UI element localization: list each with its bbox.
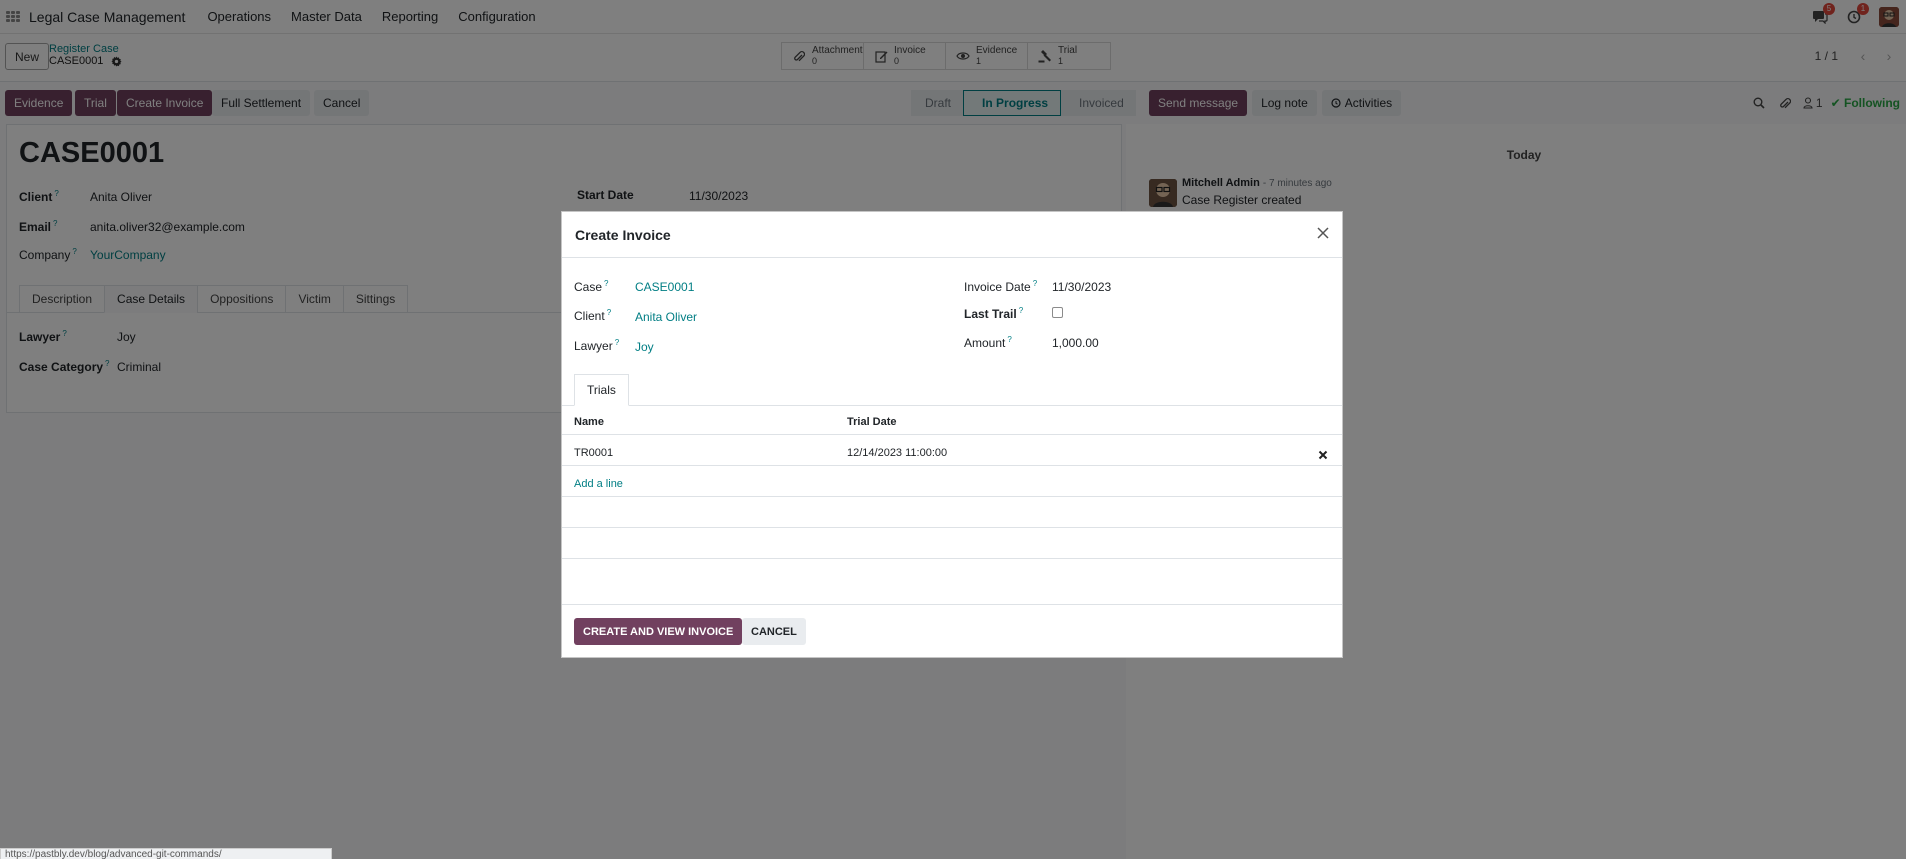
help-tooltip-icon[interactable]: ? [604,279,608,288]
help-tooltip-icon[interactable]: ? [1007,335,1011,344]
trial-row-name[interactable]: TR0001 [574,447,613,459]
close-icon[interactable] [1316,226,1332,242]
column-header-trial-date[interactable]: Trial Date [847,416,897,428]
delete-row-icon[interactable] [1318,448,1328,460]
row-divider [562,465,1342,466]
modal-tabs-divider [562,405,1342,406]
cancel-button[interactable]: CANCEL [742,618,806,645]
modal-lawyer-label: Lawyer? [574,338,620,353]
last-trail-label: Last Trail? [964,306,1024,321]
tab-trials[interactable]: Trials [574,374,629,406]
modal-title: Create Invoice [575,227,671,243]
header-divider [562,434,1342,435]
column-header-name[interactable]: Name [574,416,604,428]
row-divider [562,558,1342,559]
status-bar-url: https://pastbly.dev/blog/advanced-git-co… [0,848,332,859]
amount-value[interactable]: 1,000.00 [1052,336,1099,350]
add-line-link[interactable]: Add a line [574,478,623,490]
modal-lawyer-value[interactable]: Joy [635,340,654,354]
help-tooltip-icon[interactable]: ? [1033,279,1037,288]
create-invoice-dialog: Create Invoice Case? CASE0001 Client? An… [561,211,1343,658]
modal-case-value[interactable]: CASE0001 [635,280,694,294]
trial-row-date[interactable]: 12/14/2023 11:00:00 [847,447,947,459]
row-divider [562,496,1342,497]
modal-client-label: Client? [574,308,612,323]
row-divider [562,527,1342,528]
modal-header: Create Invoice [562,212,1342,258]
modal-case-label: Case? [574,279,609,294]
modal-client-value[interactable]: Anita Oliver [635,310,697,324]
amount-label: Amount? [964,335,1012,350]
modal-footer-divider [562,604,1342,605]
last-trail-checkbox[interactable] [1052,307,1063,318]
help-tooltip-icon[interactable]: ? [607,308,611,317]
help-tooltip-icon[interactable]: ? [1019,306,1023,315]
help-tooltip-icon[interactable]: ? [615,338,619,347]
invoice-date-label: Invoice Date? [964,279,1038,294]
create-and-view-invoice-button[interactable]: CREATE AND VIEW INVOICE [574,618,743,645]
invoice-date-value[interactable]: 11/30/2023 [1052,280,1111,294]
